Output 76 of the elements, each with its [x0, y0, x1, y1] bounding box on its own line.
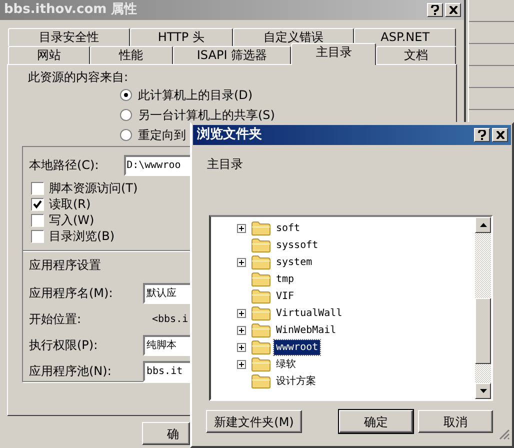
ok-button[interactable]: 确: [142, 422, 190, 445]
resize-grip-icon: [499, 429, 510, 440]
dialog-button[interactable]: 确定: [339, 410, 413, 433]
help-icon: [478, 130, 486, 140]
checkbox[interactable]: [31, 230, 44, 242]
close-button[interactable]: [445, 3, 461, 17]
folder-icon: [251, 357, 271, 372]
source-label: 此资源的内容来自:: [28, 69, 130, 85]
expand-icon[interactable]: [237, 360, 248, 369]
dialog-button[interactable]: 取消: [418, 410, 493, 433]
checkbox-label: 读取(R): [49, 196, 91, 213]
help-button[interactable]: [427, 3, 443, 17]
expand-icon[interactable]: [237, 309, 248, 318]
field-label: 开始位置:: [29, 311, 82, 328]
folder-icon: [251, 221, 271, 236]
folder-icon: [251, 238, 271, 253]
folder-icon: [251, 340, 271, 355]
tab[interactable]: 网站: [8, 46, 90, 64]
dialog-button[interactable]: 新建文件夹(M): [206, 410, 302, 433]
tab[interactable]: HTTP 头: [130, 28, 232, 46]
folder-icon: [251, 255, 271, 270]
help-button[interactable]: [474, 128, 490, 142]
folder-icon: [251, 323, 271, 338]
folder-icon: [251, 289, 271, 304]
checkbox[interactable]: [31, 198, 44, 210]
folder-item[interactable]: 绿软: [274, 357, 298, 372]
folder-item[interactable]: system: [274, 255, 314, 270]
tab[interactable]: 主目录: [291, 43, 376, 65]
expand-icon[interactable]: [237, 343, 248, 352]
folder-item[interactable]: soft: [274, 221, 302, 236]
dialog-prompt: 主目录: [207, 156, 244, 173]
scrollbar[interactable]: [475, 217, 491, 399]
checkbox-label: 脚本资源访问(T): [49, 180, 138, 197]
folder-item[interactable]: syssoft: [274, 238, 320, 253]
close-button[interactable]: [492, 128, 508, 142]
field-label: 执行权限(P):: [29, 337, 99, 354]
checkbox-label: 目录浏览(B): [49, 228, 115, 245]
scroll-up-icon: [480, 223, 486, 227]
folder-item[interactable]: wwwroot: [274, 340, 320, 355]
option-label: 此计算机上的目录(D): [138, 87, 253, 104]
tab[interactable]: ISAPI 筛选器: [172, 46, 292, 64]
window-title: bbs.ithov.com 属性: [4, 1, 138, 20]
folder-item[interactable]: 设计方案: [274, 374, 318, 389]
field-value: <bbs.i: [151, 312, 188, 326]
field-label: 应用程序名(M):: [29, 285, 114, 302]
section-title: 应用程序设置: [29, 257, 102, 274]
field-label: 本地路径(C):: [29, 157, 100, 174]
folder-icon: [251, 306, 271, 321]
folder-icon: [251, 272, 271, 287]
close-icon: [448, 6, 458, 14]
field-label: 应用程序池(N):: [29, 363, 112, 380]
folder-item[interactable]: WinWebMail: [274, 323, 338, 338]
tab[interactable]: 自定义错误: [232, 28, 354, 46]
folder-item[interactable]: VirtualWall: [274, 306, 344, 321]
option-label: 另一台计算机上的共享(S): [138, 107, 275, 124]
folder-item[interactable]: tmp: [274, 272, 296, 287]
tab[interactable]: 目录安全性: [8, 28, 130, 46]
checkbox-label: 写入(W): [49, 212, 94, 229]
folder-icon: [251, 374, 271, 389]
dialog-title: 浏览文件夹: [197, 126, 263, 144]
tab[interactable]: ASP.NET: [354, 28, 456, 46]
help-icon: [431, 5, 439, 15]
option-label: 重定向到: [138, 127, 186, 144]
radio-button[interactable]: [120, 129, 132, 141]
radio-button[interactable]: [120, 89, 132, 101]
scroll-down-icon: [480, 389, 486, 393]
expand-icon[interactable]: [237, 258, 248, 267]
tab[interactable]: 文档: [376, 46, 456, 64]
close-icon: [496, 131, 504, 139]
checkbox[interactable]: [31, 214, 44, 226]
tab[interactable]: 性能: [90, 46, 173, 64]
checkbox[interactable]: [31, 182, 44, 194]
radio-button[interactable]: [120, 109, 132, 121]
folder-item[interactable]: VIF: [274, 289, 296, 304]
expand-icon[interactable]: [237, 224, 248, 233]
expand-icon[interactable]: [237, 326, 248, 335]
